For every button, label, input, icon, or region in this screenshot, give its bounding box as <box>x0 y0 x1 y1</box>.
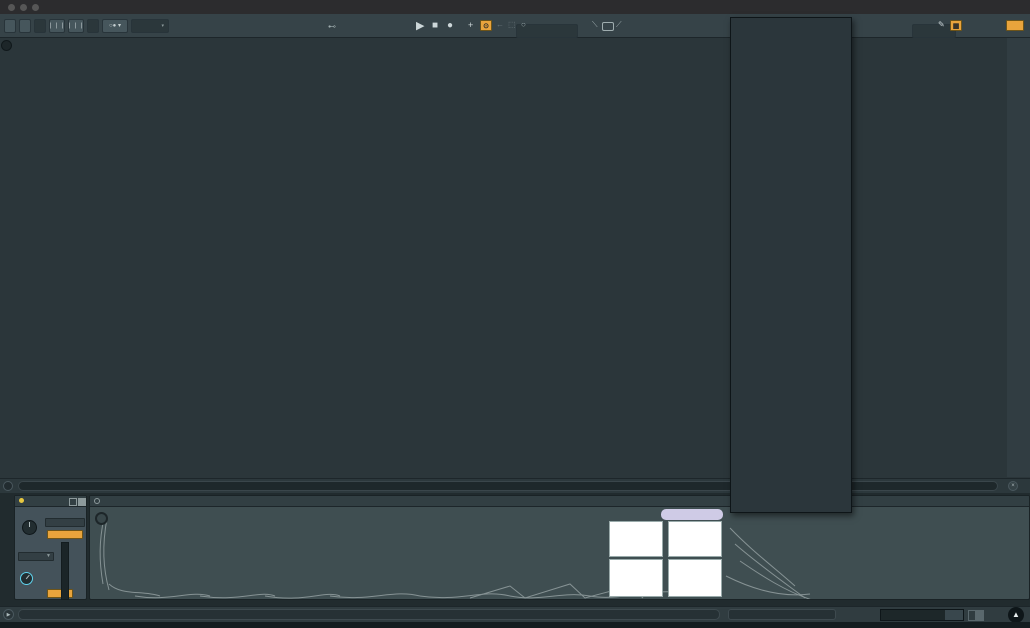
clip-view-toggle-icon[interactable] <box>3 481 13 491</box>
limiter-device: ▼ <box>14 495 87 600</box>
hot-swap-icon[interactable] <box>69 498 77 506</box>
global-transport-button[interactable] <box>661 509 723 520</box>
loop-switch-icon[interactable] <box>602 22 614 31</box>
time-signature-field[interactable] <box>87 19 99 33</box>
session-record-button[interactable]: ⊙ <box>480 20 492 31</box>
punch-out-icon[interactable]: ⟋ <box>616 20 622 30</box>
gain-knob[interactable] <box>22 520 37 535</box>
limiter-header[interactable] <box>15 496 86 507</box>
stop-all-clips-icon[interactable] <box>1 40 12 51</box>
overdub-button[interactable]: + <box>468 20 473 30</box>
status-field-2[interactable] <box>728 609 836 620</box>
play-button[interactable]: ▶ <box>416 19 424 33</box>
max-for-live-device <box>89 495 1030 600</box>
marble-preset-dropdown <box>730 17 852 513</box>
mini-chain-highlight <box>945 610 963 621</box>
close-device-icon[interactable]: × <box>1008 481 1018 491</box>
stop-button[interactable]: ■ <box>432 19 438 33</box>
stereo-mode-button[interactable] <box>47 530 83 539</box>
chevron-down-icon: ▾ <box>161 23 164 29</box>
capture-icon[interactable]: ⬚ <box>508 20 516 29</box>
titlebar <box>0 0 1030 15</box>
metronome-button[interactable]: ○● ▾ <box>102 19 128 33</box>
master-track-column <box>950 38 1007 477</box>
ableton-live-window: ❘❘❘ ❘❘❘ ○● ▾ ▾ ⊷ ▶ ■ ● + ⊙ ← ⬚ ○ ⟍ ⟋ ✎ ▦ <box>0 0 1030 628</box>
nudge-up-button[interactable]: ❘❘❘ <box>68 19 84 33</box>
tempo-field[interactable] <box>34 19 46 33</box>
track-columns <box>14 38 731 477</box>
draw-mode-pencil-icon[interactable]: ✎ <box>938 20 945 29</box>
status-field[interactable] <box>18 609 720 620</box>
right-rail <box>1007 38 1030 477</box>
release-knob[interactable] <box>20 572 33 585</box>
status-bar: ▶ ▲ <box>0 606 1030 623</box>
play-icon[interactable]: ▶ <box>3 609 14 620</box>
link-button[interactable] <box>4 19 16 33</box>
device-on-led[interactable] <box>19 498 24 503</box>
punch-in-icon[interactable]: ⟍ <box>592 20 598 30</box>
detail-view-strip: × <box>0 478 1030 494</box>
device-chain-area: ▼ <box>0 493 1030 606</box>
chain-list-icon[interactable] <box>976 610 984 621</box>
nudge-bars-icon: ❘❘❘ <box>67 22 85 29</box>
limiter-meter <box>61 542 69 600</box>
chain-grid-icon[interactable] <box>968 610 976 621</box>
lookahead-menu[interactable]: ▼ <box>18 552 54 561</box>
close-window-icon[interactable] <box>8 4 15 11</box>
back-to-arrangement-icon[interactable]: ← <box>496 20 504 29</box>
save-preset-icon[interactable] <box>78 498 86 506</box>
mini-device-chain[interactable] <box>880 609 964 621</box>
ableton-logo-button[interactable]: ▲ <box>1008 607 1024 623</box>
bottom-strip <box>0 622 1030 628</box>
loop-indicator-icon[interactable]: ○ <box>521 20 526 29</box>
transport-bar: ❘❘❘ ❘❘❘ ○● ▾ ▾ ⊷ ▶ ■ ● + ⊙ ← ⬚ ○ ⟍ ⟋ ✎ ▦ <box>0 14 1030 38</box>
minimize-window-icon[interactable] <box>20 4 27 11</box>
metronome-icon: ○● ▾ <box>109 22 121 29</box>
nudge-bars-icon: ❘❘❘ <box>48 22 66 29</box>
follow-icon[interactable]: ⊷ <box>328 22 336 31</box>
max-right-panel <box>90 496 1030 600</box>
quantization-menu[interactable]: ▾ <box>131 19 169 33</box>
return-track-columns <box>846 38 949 477</box>
cpu-meter <box>1006 20 1024 31</box>
computer-midi-keyboard-button[interactable]: ▦ <box>950 20 962 31</box>
record-button[interactable]: ● <box>447 19 453 33</box>
nudge-down-button[interactable]: ❘❘❘ <box>49 19 65 33</box>
ceiling-field[interactable] <box>45 518 85 527</box>
session-view <box>0 38 1030 478</box>
tap-tempo-button[interactable] <box>19 19 31 33</box>
limiter-meter-scale <box>69 541 87 601</box>
zoom-window-icon[interactable] <box>32 4 39 11</box>
